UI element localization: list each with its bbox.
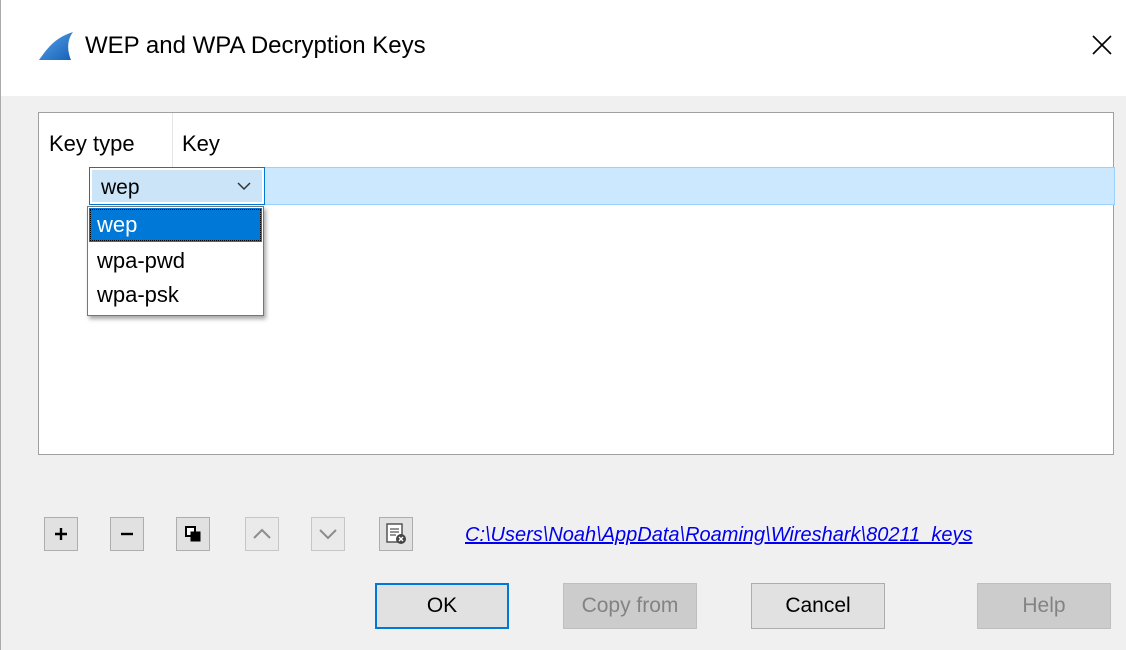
ok-button[interactable]: OK bbox=[375, 583, 509, 629]
clear-keys-button[interactable] bbox=[379, 517, 413, 551]
column-header-key[interactable]: Key bbox=[182, 113, 220, 167]
wireshark-fin-icon bbox=[39, 32, 73, 60]
copy-key-button[interactable] bbox=[176, 517, 210, 551]
move-up-button[interactable] bbox=[245, 517, 279, 551]
clear-list-icon bbox=[386, 523, 406, 544]
key-type-combobox[interactable]: wep bbox=[89, 167, 265, 205]
combobox-field: wep bbox=[92, 170, 262, 202]
plus-icon bbox=[55, 528, 67, 540]
column-header-key-type[interactable]: Key type bbox=[49, 113, 171, 167]
table-row[interactable] bbox=[265, 167, 1115, 205]
copy-icon bbox=[185, 526, 201, 542]
cancel-button[interactable]: Cancel bbox=[751, 583, 885, 629]
copy-from-button[interactable]: Copy from bbox=[563, 583, 697, 629]
chevron-down-icon[interactable] bbox=[236, 180, 252, 192]
table-header: Key type Key bbox=[39, 113, 1113, 167]
window-title: WEP and WPA Decryption Keys bbox=[85, 32, 426, 59]
combobox-value: wep bbox=[101, 176, 140, 199]
move-down-button[interactable] bbox=[311, 517, 345, 551]
help-button[interactable]: Help bbox=[977, 583, 1111, 629]
title-bar: WEP and WPA Decryption Keys bbox=[1, 0, 1126, 96]
remove-key-button[interactable] bbox=[110, 517, 144, 551]
decryption-keys-dialog: WEP and WPA Decryption Keys Key type Key… bbox=[0, 0, 1126, 650]
add-key-button[interactable] bbox=[44, 517, 78, 551]
dropdown-option-wpa-psk[interactable]: wpa-psk bbox=[89, 278, 262, 312]
chevron-up-icon bbox=[253, 528, 271, 539]
column-divider[interactable] bbox=[172, 113, 173, 167]
dropdown-option-wep[interactable]: wep bbox=[89, 208, 262, 242]
dropdown-option-wpa-pwd[interactable]: wpa-pwd bbox=[89, 244, 262, 278]
keys-file-path-link[interactable]: C:\Users\Noah\AppData\Roaming\Wireshark\… bbox=[465, 524, 1115, 547]
chevron-down-icon bbox=[319, 529, 337, 540]
close-button[interactable] bbox=[1085, 28, 1119, 62]
close-icon bbox=[1092, 35, 1112, 55]
minus-icon bbox=[121, 532, 133, 536]
key-type-dropdown-list: wep wpa-pwd wpa-psk bbox=[87, 206, 264, 316]
